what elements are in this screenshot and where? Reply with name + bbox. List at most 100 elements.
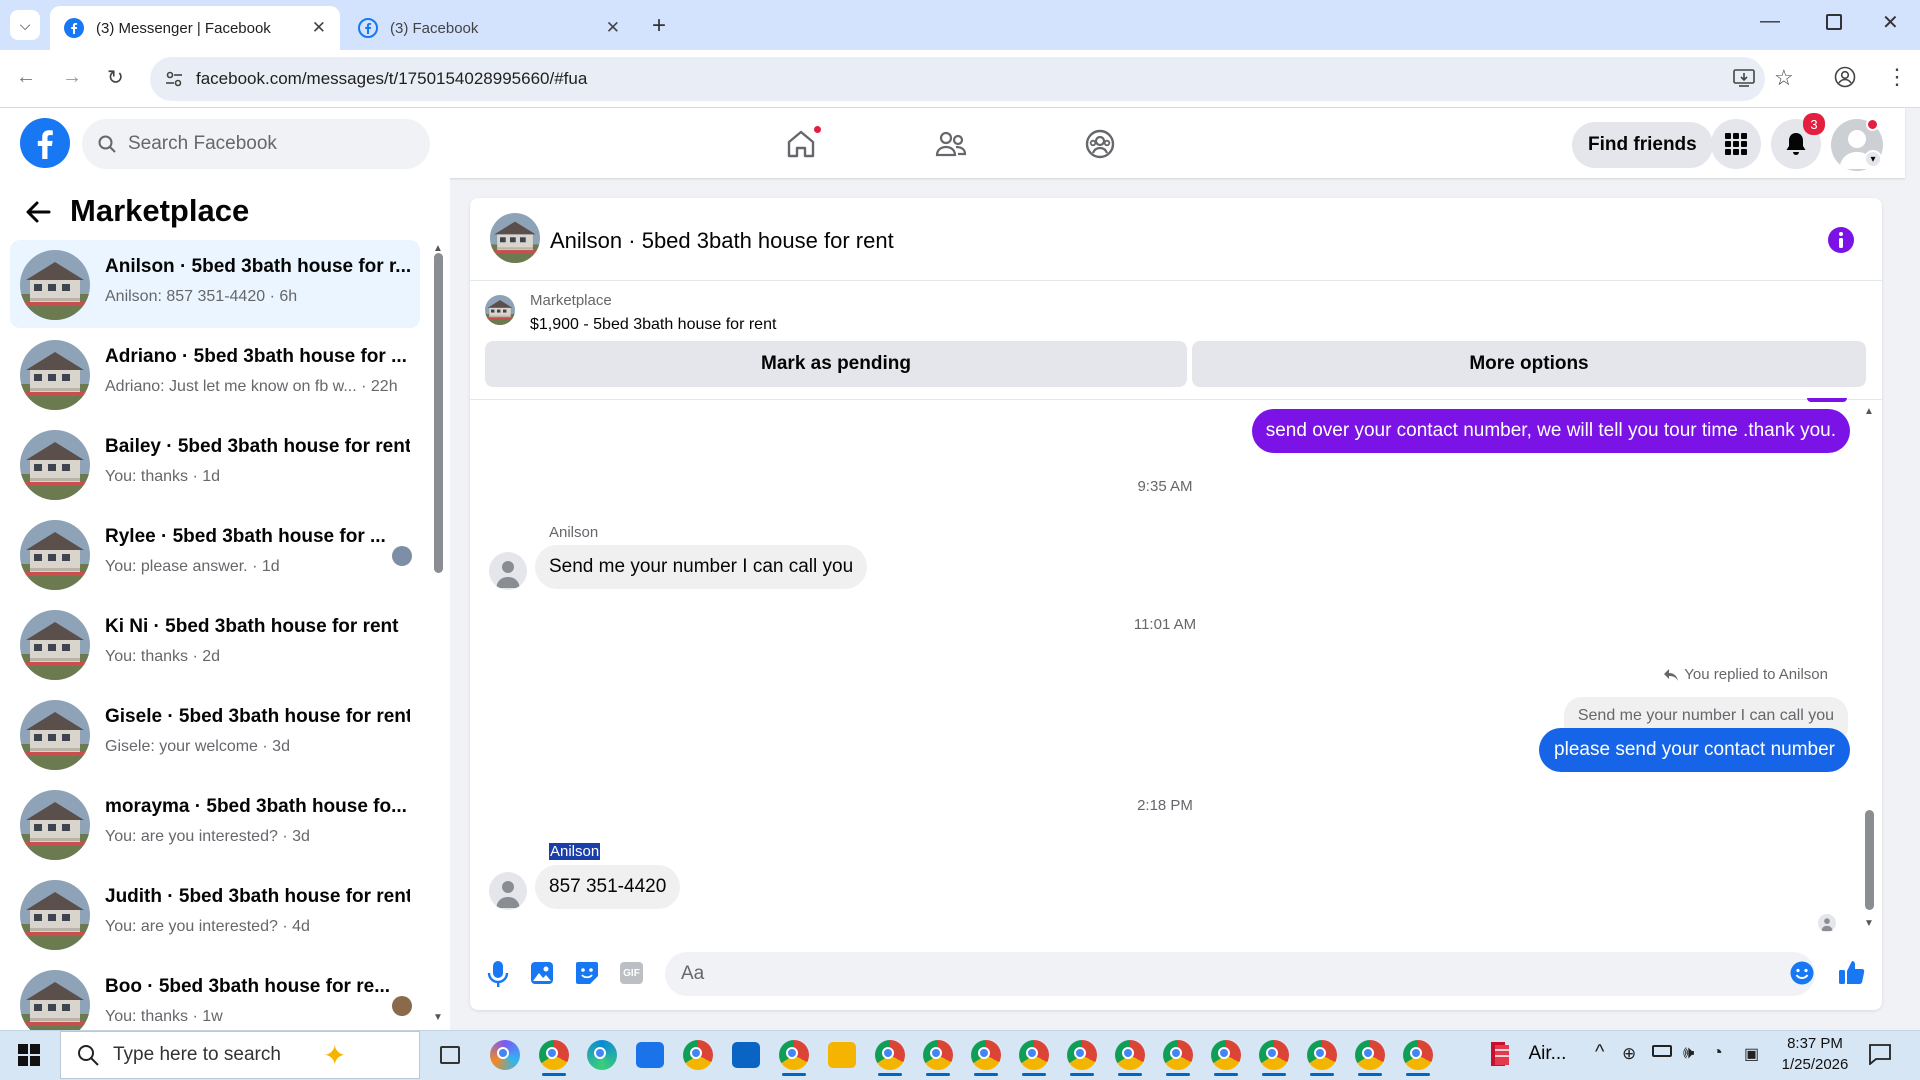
- search-input[interactable]: [128, 133, 398, 155]
- house-thumbnail-icon: [20, 520, 90, 590]
- mark-as-pending-button[interactable]: Mark as pending: [485, 341, 1187, 387]
- install-app-icon[interactable]: [1733, 68, 1755, 88]
- back-arrow-icon[interactable]: [24, 198, 52, 226]
- reload-icon[interactable]: ↻: [107, 65, 124, 90]
- taskbar-app-button[interactable]: [1400, 1037, 1436, 1076]
- close-tab-icon[interactable]: ✕: [312, 18, 326, 38]
- taskbar-app-button[interactable]: [1352, 1037, 1388, 1076]
- listing-thumbnail[interactable]: [485, 295, 515, 325]
- conversation-avatar: [20, 340, 90, 410]
- new-tab-button[interactable]: +: [652, 12, 666, 40]
- taskbar-app-button[interactable]: [920, 1037, 956, 1076]
- conversation-item[interactable]: Bailey · 5bed 3bath house for rent You: t…: [10, 420, 420, 508]
- bookmark-star-icon[interactable]: ☆: [1774, 65, 1794, 91]
- gif-button[interactable]: GIF: [620, 962, 643, 984]
- incoming-message[interactable]: Send me your number I can call you: [535, 545, 868, 589]
- scroll-up-arrow-icon[interactable]: ▲: [1864, 406, 1874, 417]
- start-button[interactable]: [18, 1044, 40, 1066]
- nav-home[interactable]: [761, 120, 841, 168]
- conversation-item[interactable]: Ki Ni · 5bed 3bath house for rent You: th…: [10, 600, 420, 688]
- taskbar-app-button[interactable]: [1208, 1037, 1244, 1076]
- tab-facebook[interactable]: (3) Facebook ✕: [344, 6, 634, 50]
- minimize-window-icon[interactable]: —: [1760, 10, 1780, 33]
- taskbar-clock[interactable]: 8:37 PM 1/25/2026: [1770, 1033, 1860, 1075]
- taskbar-app-button[interactable]: [584, 1037, 620, 1073]
- address-bar[interactable]: facebook.com/messages/t/1750154028995660…: [150, 57, 1765, 101]
- outgoing-message[interactable]: please send your contact number: [1539, 728, 1850, 772]
- device-icon[interactable]: ▣: [1744, 1044, 1759, 1064]
- browser-menu-icon[interactable]: ⋮: [1886, 64, 1908, 90]
- account-chevron-icon[interactable]: ▾: [1864, 150, 1882, 168]
- taskbar-search-input[interactable]: [113, 1044, 313, 1066]
- taskbar-app-button[interactable]: [776, 1037, 812, 1076]
- tab-messenger[interactable]: (3) Messenger | Facebook ✕: [50, 6, 340, 50]
- conversation-item[interactable]: Adriano · 5bed 3bath house for ... Adrian…: [10, 330, 420, 418]
- listing-summary[interactable]: $1,900 - 5bed 3bath house for rent: [530, 316, 776, 334]
- nav-groups[interactable]: [1060, 120, 1140, 168]
- conversation-item[interactable]: Rylee · 5bed 3bath house for ... You: ple…: [10, 510, 420, 598]
- scroll-down-arrow-icon[interactable]: ▼: [1864, 918, 1874, 929]
- taskbar-app-button[interactable]: [1064, 1037, 1100, 1076]
- chat-title[interactable]: Anilson · 5bed 3bath house for rent: [550, 228, 894, 254]
- notification-center-icon[interactable]: [1868, 1043, 1892, 1065]
- message-input[interactable]: [681, 963, 1751, 985]
- chat-avatar[interactable]: [490, 213, 540, 263]
- scroll-up-arrow-icon[interactable]: ▲: [433, 243, 443, 254]
- tab-label: (3) Messenger | Facebook: [96, 19, 271, 37]
- message-composer[interactable]: [665, 952, 1815, 996]
- taskbar-app-button[interactable]: [872, 1037, 908, 1076]
- taskbar-app-button[interactable]: [1016, 1037, 1052, 1076]
- taskbar-app-button[interactable]: [536, 1037, 572, 1076]
- battery-icon[interactable]: [1652, 1045, 1672, 1057]
- send-like-button[interactable]: [1838, 958, 1866, 986]
- conversation-item[interactable]: Anilson · 5bed 3bath house for r... Anils…: [10, 240, 420, 328]
- voice-clip-button[interactable]: [487, 960, 509, 988]
- network-icon[interactable]: ⊕: [1622, 1044, 1636, 1064]
- taskbar-app-button[interactable]: [432, 1037, 468, 1073]
- taskbar-app-button[interactable]: [487, 1037, 523, 1073]
- forward-arrow-icon[interactable]: →: [62, 66, 82, 89]
- back-arrow-icon[interactable]: ←: [16, 66, 36, 89]
- taskbar-app-button[interactable]: [968, 1037, 1004, 1076]
- attach-photo-button[interactable]: [530, 961, 554, 985]
- show-hidden-icons-chevron-icon[interactable]: ^: [1595, 1041, 1604, 1064]
- taskbar-search[interactable]: ✦: [60, 1031, 420, 1079]
- taskbar-app-button[interactable]: [680, 1037, 716, 1073]
- close-tab-icon[interactable]: ✕: [606, 18, 620, 38]
- menu-button[interactable]: [1711, 119, 1761, 169]
- taskbar-app-button[interactable]: [824, 1037, 860, 1073]
- site-settings-icon[interactable]: [164, 69, 184, 89]
- taskbar-app-button[interactable]: [1160, 1037, 1196, 1076]
- facebook-search-box[interactable]: [82, 119, 430, 169]
- more-options-button[interactable]: More options: [1192, 341, 1866, 387]
- sender-avatar[interactable]: [489, 552, 527, 590]
- nav-friends[interactable]: [911, 120, 991, 168]
- conversation-item[interactable]: Gisele · 5bed 3bath house for rent Gisele…: [10, 690, 420, 778]
- scroll-down-arrow-icon[interactable]: ▼: [433, 1012, 443, 1023]
- taskbar-app-button[interactable]: [1256, 1037, 1292, 1076]
- chat-scrollbar[interactable]: [1865, 810, 1874, 910]
- taskbar-app-button[interactable]: [1112, 1037, 1148, 1076]
- conversation-item[interactable]: Judith · 5bed 3bath house for rent You: a…: [10, 870, 420, 958]
- restore-window-icon[interactable]: [1826, 14, 1842, 30]
- taskbar-app-button[interactable]: [728, 1037, 764, 1073]
- sticker-button[interactable]: [575, 961, 599, 985]
- sender-avatar[interactable]: [489, 872, 527, 910]
- emoji-button[interactable]: [1790, 961, 1814, 985]
- outgoing-message[interactable]: send over your contact number, we will t…: [1251, 409, 1850, 453]
- incoming-message[interactable]: 857 351-4420: [535, 865, 681, 909]
- taskbar-app-button[interactable]: [632, 1037, 668, 1073]
- find-friends-button[interactable]: Find friends: [1572, 122, 1713, 168]
- taskbar-app-air[interactable]: Air...: [1488, 1040, 1566, 1068]
- conversation-list-scrollbar[interactable]: [434, 253, 443, 573]
- taskbar-app-button[interactable]: [1304, 1037, 1340, 1076]
- profile-icon[interactable]: [1834, 66, 1856, 88]
- facebook-logo-icon[interactable]: [20, 118, 70, 168]
- tab-search-button[interactable]: ⌵: [10, 10, 40, 40]
- close-window-icon[interactable]: ✕: [1882, 10, 1899, 35]
- conversation-preview: You: thanks · 1w: [105, 1008, 223, 1025]
- conversation-item[interactable]: morayma · 5bed 3bath house fo... You: are…: [10, 780, 420, 868]
- wifi-icon[interactable]: ◔: [1712, 1042, 1723, 1063]
- volume-icon[interactable]: 🕪: [1683, 1042, 1694, 1063]
- info-button[interactable]: [1827, 226, 1855, 254]
